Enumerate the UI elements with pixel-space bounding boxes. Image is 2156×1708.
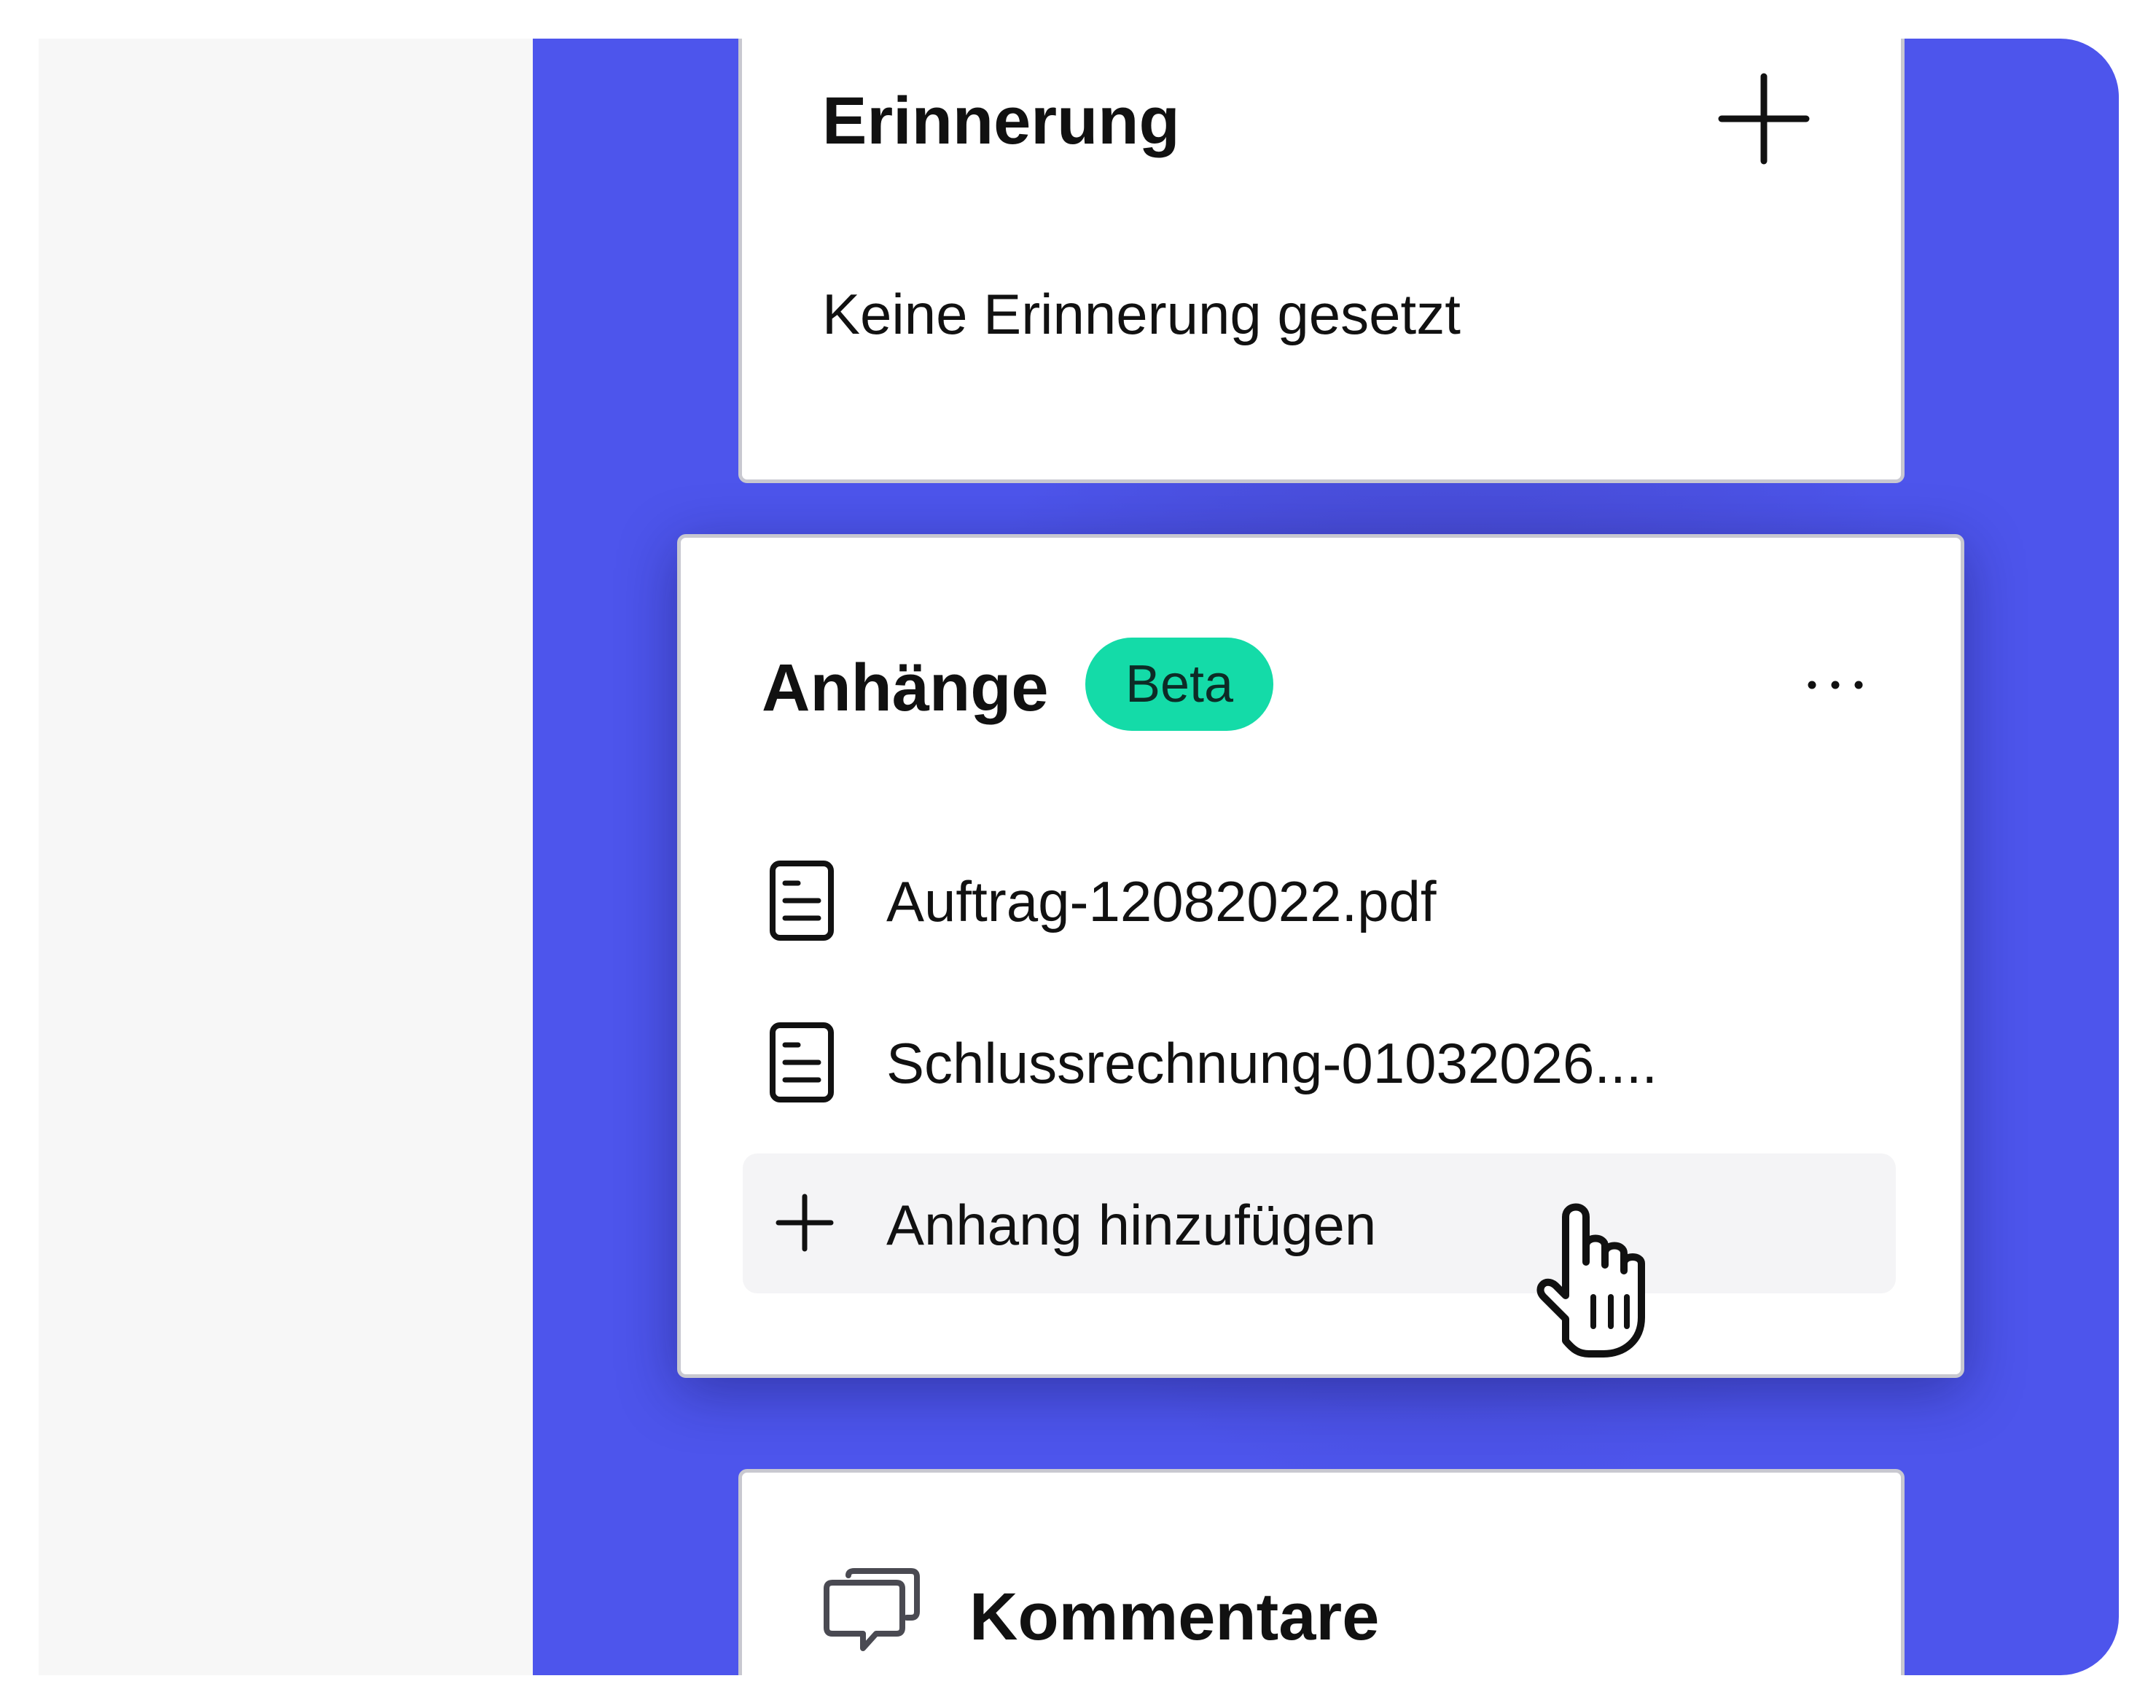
beta-badge: Beta: [1085, 638, 1273, 731]
attachments-title: Anhänge: [762, 651, 1049, 725]
plus-icon: [1718, 73, 1810, 165]
document-icon: [769, 860, 835, 941]
add-attachment-label: Anhang hinzufügen: [886, 1193, 1377, 1257]
more-icon: [1808, 681, 1863, 689]
hand-pointer-cursor-icon: [1515, 1195, 1660, 1363]
reminder-title: Erinnerung: [822, 84, 1180, 158]
plus-icon: [776, 1194, 834, 1252]
attachment-file-link[interactable]: Auftrag-12082022.pdf: [886, 873, 1437, 930]
reminder-empty-text: Keine Erinnerung gesetzt: [822, 282, 1461, 346]
side-panel: [39, 39, 533, 1675]
comments-icon: [821, 1567, 923, 1658]
document-icon: [769, 1022, 835, 1103]
comments-title: Kommentare: [969, 1580, 1380, 1654]
attachment-file-link[interactable]: Schlussrechnung-01032026....: [886, 1035, 1657, 1092]
add-reminder-button[interactable]: [1717, 72, 1811, 165]
more-options-button[interactable]: [1799, 667, 1872, 703]
